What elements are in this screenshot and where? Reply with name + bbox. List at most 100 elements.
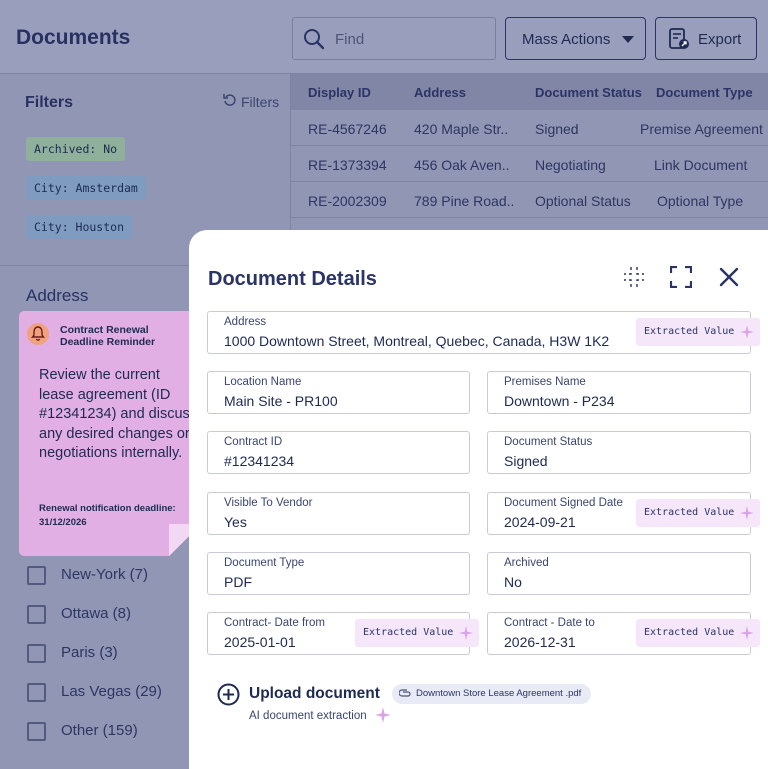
cell-status: Signed	[535, 121, 579, 137]
contract-id-field[interactable]: Contract ID #12341234	[207, 431, 470, 474]
cell-id: RE-2002309	[308, 193, 387, 209]
extracted-value-badge: Extracted Value	[636, 619, 761, 647]
filter-chip-archived[interactable]: Archived: No	[26, 137, 126, 161]
field-label: Location Name	[224, 376, 302, 388]
address-option-label: Las Vegas (29)	[61, 683, 162, 700]
field-label: Address	[224, 316, 267, 328]
filter-chip-amsterdam[interactable]: City: Amsterdam	[26, 176, 146, 200]
file-name: Downtown Store Lease Agreement .pdf	[416, 688, 582, 699]
sparkle-icon	[740, 506, 755, 520]
search-input[interactable]: Find	[292, 17, 496, 60]
cell-type: Premise Agreement	[640, 121, 763, 137]
close-icon[interactable]	[718, 266, 742, 290]
field-value: Main Site - PR100	[224, 393, 338, 409]
add-circle-icon[interactable]	[217, 683, 240, 711]
cell-type: Optional Type	[657, 193, 744, 209]
field-label: Document Type	[224, 557, 305, 569]
extracted-value-badge: Extracted Value	[636, 499, 761, 527]
checkbox[interactable]	[27, 644, 46, 663]
paperclip-icon	[399, 689, 411, 697]
cell-address: 789 Pine Road..	[414, 193, 515, 209]
signed-date-field[interactable]: Document Signed Date 2024-09-21 Extracte…	[487, 492, 761, 535]
checkbox[interactable]	[27, 566, 46, 585]
date-from-field[interactable]: Contract- Date from 2025-01-01 Extracted…	[207, 612, 480, 655]
field-label: Visible To Vendor	[224, 497, 313, 509]
collapse-icon[interactable]	[623, 266, 647, 290]
field-value: No	[504, 574, 522, 590]
field-value: #12341234	[224, 453, 295, 469]
sparkle-icon	[459, 626, 474, 640]
field-value: 2025-01-01	[224, 634, 296, 650]
cell-address: 420 Maple Str..	[414, 121, 509, 137]
ai-extraction-text: AI document extraction	[249, 710, 367, 722]
checkbox[interactable]	[27, 683, 46, 702]
table-row[interactable]: RE-2002309 789 Pine Road.. Optional Stat…	[291, 182, 768, 218]
badge-label: Extracted Value	[644, 326, 735, 337]
date-to-field[interactable]: Contract - Date to 2026-12-31 Extracted …	[487, 612, 761, 655]
documents-table: Display ID Address Document Status Docum…	[291, 74, 768, 230]
field-label: Document Signed Date	[504, 497, 623, 509]
address-option-label: Paris (3)	[61, 644, 118, 661]
filter-chip-houston[interactable]: City: Houston	[26, 215, 133, 239]
table-header: Display ID Address Document Status Docum…	[291, 74, 768, 110]
bell-icon	[27, 323, 49, 345]
renewal-reminder-note: Contract Renewal Deadline Reminder Revie…	[19, 311, 201, 556]
visible-to-vendor-field[interactable]: Visible To Vendor Yes	[207, 492, 470, 535]
sparkle-icon	[740, 325, 755, 339]
document-type-field[interactable]: Document Type PDF	[207, 552, 470, 595]
field-label: Premises Name	[504, 376, 586, 388]
column-header[interactable]: Display ID	[308, 85, 371, 100]
address-option-label: Ottawa (8)	[61, 605, 132, 622]
attached-file-chip[interactable]: Downtown Store Lease Agreement .pdf	[392, 684, 592, 704]
filters-title: Filters	[25, 94, 74, 111]
field-label: Contract- Date from	[224, 617, 325, 629]
field-value: PDF	[224, 574, 252, 590]
top-bar: Documents Find Mass Actions Export	[0, 0, 768, 74]
column-header[interactable]: Document Type	[656, 85, 753, 100]
export-button[interactable]: Export	[655, 17, 757, 60]
field-value: 2024-09-21	[504, 514, 576, 530]
column-header[interactable]: Address	[414, 85, 466, 100]
upload-document-button[interactable]: Upload document	[249, 685, 380, 703]
export-label: Export	[698, 31, 742, 48]
field-value: Signed	[504, 453, 548, 469]
export-icon	[669, 28, 689, 49]
field-label: Contract - Date to	[504, 617, 595, 629]
checkbox[interactable]	[27, 605, 46, 624]
address-field[interactable]: Address 1000 Downtown Street, Montreal, …	[207, 311, 761, 354]
badge-label: Extracted Value	[644, 507, 735, 518]
checkbox[interactable]	[27, 722, 46, 741]
reminder-title: Contract Renewal Deadline Reminder	[60, 324, 156, 348]
table-row[interactable]: RE-4567246 420 Maple Str.. Signed Premis…	[291, 110, 768, 146]
table-row[interactable]: RE-1373394 456 Oak Aven.. Negotiating Li…	[291, 146, 768, 182]
field-value: Downtown - P234	[504, 393, 615, 409]
archived-field[interactable]: Archived No	[487, 552, 751, 595]
address-filter-title: Address	[26, 286, 89, 305]
mass-actions-button[interactable]: Mass Actions	[505, 17, 646, 60]
extracted-value-badge: Extracted Value	[355, 619, 480, 647]
premises-name-field[interactable]: Premises Name Downtown - P234	[487, 371, 751, 414]
badge-label: Extracted Value	[644, 627, 735, 638]
expand-icon[interactable]	[669, 265, 694, 290]
chevron-down-icon	[622, 36, 634, 43]
sparkle-icon	[740, 626, 755, 640]
field-value: Yes	[224, 514, 247, 530]
reset-filters-button[interactable]: Filters	[223, 93, 279, 110]
address-option-label: New-York (7)	[61, 566, 148, 583]
reset-icon	[223, 94, 236, 106]
field-value: 2026-12-31	[504, 634, 576, 650]
reminder-body: Review the current lease agreement (ID #…	[39, 367, 198, 461]
document-status-field[interactable]: Document Status Signed	[487, 431, 751, 474]
sparkle-icon	[375, 707, 391, 723]
search-placeholder: Find	[335, 31, 365, 48]
cell-address: 456 Oak Aven..	[414, 157, 510, 173]
column-header[interactable]: Document Status	[535, 85, 642, 100]
panel-title: Document Details	[208, 268, 377, 290]
page-title: Documents	[16, 26, 131, 49]
location-name-field[interactable]: Location Name Main Site - PR100	[207, 371, 470, 414]
extracted-value-badge: Extracted Value	[636, 318, 761, 346]
search-icon	[304, 29, 325, 50]
badge-label: Extracted Value	[363, 627, 454, 638]
cell-id: RE-1373394	[308, 157, 387, 173]
field-value: 1000 Downtown Street, Montreal, Quebec, …	[224, 333, 610, 349]
